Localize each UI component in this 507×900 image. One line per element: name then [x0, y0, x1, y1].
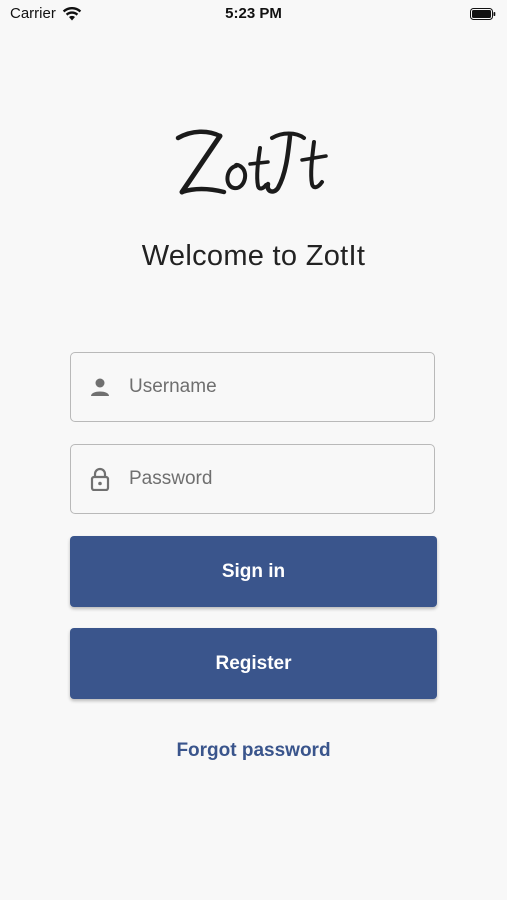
- status-bar: Carrier 5:23 PM: [0, 0, 507, 28]
- status-time: 5:23 PM: [225, 5, 282, 22]
- password-field[interactable]: [70, 444, 435, 514]
- person-icon: [89, 375, 111, 399]
- zotit-logo-icon: [175, 129, 328, 195]
- welcome-title: Welcome to ZotIt: [141, 240, 366, 272]
- username-field[interactable]: [70, 352, 435, 422]
- battery-icon: [470, 7, 496, 20]
- forgot-password-link[interactable]: Forgot password: [0, 740, 507, 762]
- app-logo: [0, 118, 507, 208]
- password-input[interactable]: [129, 468, 434, 490]
- sign-in-button[interactable]: Sign in: [70, 536, 437, 607]
- lock-icon: [89, 467, 111, 491]
- register-button[interactable]: Register: [70, 628, 437, 699]
- username-input[interactable]: [129, 376, 434, 398]
